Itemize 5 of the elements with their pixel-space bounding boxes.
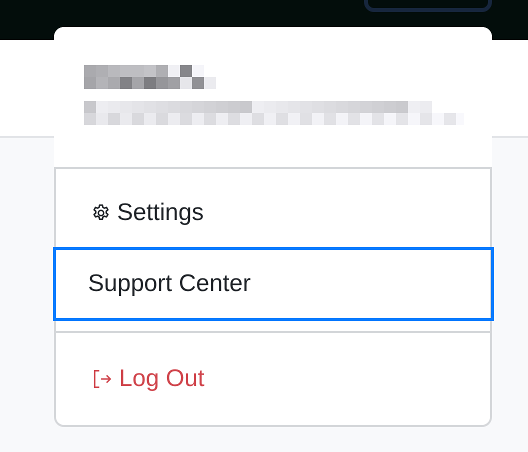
logout-icon xyxy=(91,368,113,390)
menu-item[interactable]: Support Center xyxy=(53,247,494,321)
menu-item[interactable]: Settings xyxy=(56,179,490,247)
menu-item[interactable]: Log Out xyxy=(56,333,490,425)
settings-icon xyxy=(91,203,111,223)
